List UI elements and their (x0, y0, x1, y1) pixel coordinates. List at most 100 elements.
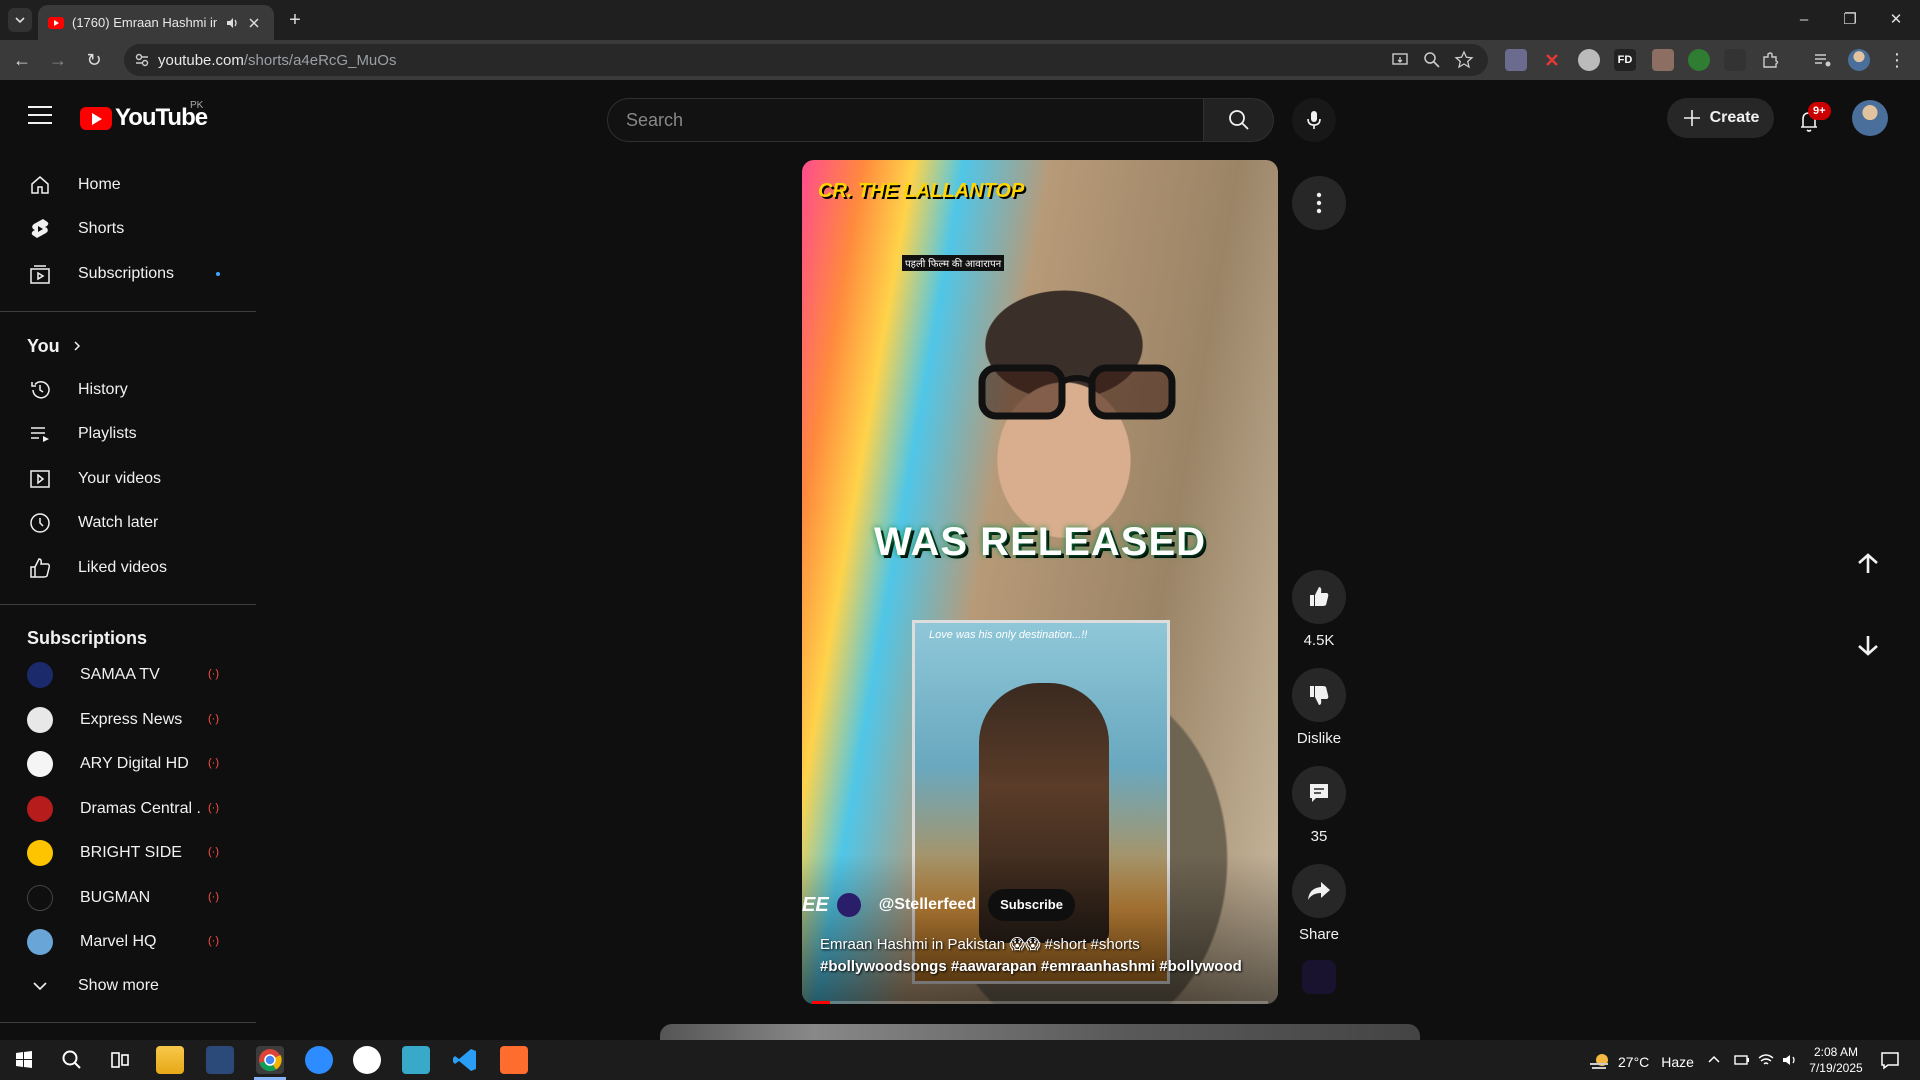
system-clock[interactable]: 2:08 AM 7/19/2025 (1808, 1044, 1864, 1076)
extension-fd-icon[interactable]: FD (1614, 49, 1636, 71)
taskbar-search-icon[interactable] (58, 1046, 86, 1074)
player-gradient-overlay (802, 854, 1278, 1004)
new-tab-button[interactable]: + (284, 9, 306, 31)
search-box[interactable] (607, 98, 1204, 142)
sidebar-item-playlists[interactable]: Playlists (12, 414, 242, 454)
chrome-taskbar-icon[interactable] (256, 1046, 284, 1074)
sidebar-channel-express-news[interactable]: Express News (·) (12, 700, 242, 740)
extension-globe-icon[interactable] (1578, 49, 1600, 71)
forward-button[interactable]: → (46, 48, 70, 72)
site-info-icon[interactable] (132, 50, 152, 70)
postman-icon[interactable] (500, 1046, 528, 1074)
short-video-player[interactable]: CR. THE LALLANTOP पहली फिल्म की आवारापन … (802, 160, 1278, 1004)
task-view-icon[interactable] (106, 1046, 134, 1074)
browser-tab-active[interactable]: (1760) Emraan Hashmi in Pakistan (38, 5, 274, 40)
profile-avatar-icon[interactable] (1848, 49, 1870, 71)
like-action: 4.5K (1292, 570, 1346, 649)
channel-name: BUGMAN (80, 889, 151, 906)
more-options-button[interactable] (1292, 176, 1346, 230)
sidebar-item-label: Shorts (78, 220, 125, 237)
plus-icon (1683, 110, 1700, 126)
extension-cast-icon[interactable] (1724, 49, 1746, 71)
sidebar-item-home[interactable]: Home (12, 165, 242, 205)
battery-icon[interactable] (1732, 1046, 1752, 1074)
sidebar-item-watch-later[interactable]: Watch later (12, 503, 242, 543)
sidebar-channel-bugman[interactable]: BUGMAN (·) (12, 878, 242, 918)
sidebar-show-more[interactable]: Show more (12, 966, 242, 1006)
comments-button[interactable] (1292, 766, 1346, 820)
wifi-icon[interactable] (1756, 1046, 1776, 1074)
vscode-icon[interactable] (451, 1046, 479, 1074)
tab-search-button[interactable] (8, 8, 32, 32)
microsoft-store-icon[interactable] (206, 1046, 234, 1074)
video-title[interactable]: Emraan Hashmi in Pakistan 😱😱 #short #sho… (820, 934, 1260, 978)
app-gem-icon[interactable] (402, 1046, 430, 1074)
zoom-app-icon[interactable] (305, 1046, 333, 1074)
close-tab-icon[interactable] (247, 16, 261, 30)
sidebar-item-your-videos[interactable]: Your videos (12, 459, 242, 499)
sidebar-item-subscriptions[interactable]: Subscriptions (12, 254, 242, 294)
extension-green-icon[interactable] (1688, 49, 1710, 71)
minimize-button[interactable]: – (1792, 8, 1816, 32)
thumbs-up-icon (1310, 587, 1329, 606)
search-input[interactable] (608, 99, 1203, 141)
channel-avatar[interactable] (836, 893, 861, 917)
notification-center-icon[interactable] (1876, 1046, 1904, 1074)
tray-chevron-up-icon[interactable] (1704, 1046, 1724, 1074)
dislike-button[interactable] (1292, 668, 1346, 722)
subscribe-button[interactable]: Subscribe (988, 889, 1075, 921)
sidebar-channel-marvel-hq[interactable]: Marvel HQ (·) (12, 922, 242, 962)
you-section-header[interactable]: You (12, 326, 242, 366)
channel-avatar (27, 662, 53, 688)
channel-avatar (27, 840, 53, 866)
search-button[interactable] (1204, 98, 1274, 142)
channel-name-link[interactable]: @Stellerfeed (879, 896, 976, 914)
extension-badge-icon[interactable] (1652, 49, 1674, 71)
voice-search-button[interactable] (1292, 98, 1336, 142)
sidebar-channel-samaa-tv[interactable]: SAMAA TV (·) (12, 655, 242, 695)
you-heading: You (27, 335, 60, 356)
extension-x-icon[interactable] (1541, 49, 1563, 71)
sidebar-channel-bright-side[interactable]: BRIGHT SIDE (·) (12, 833, 242, 873)
sidebar-channel-dramas-central[interactable]: Dramas Central ... (·) (12, 789, 242, 829)
like-button[interactable] (1292, 570, 1346, 624)
live-indicator-icon: (·) (208, 891, 219, 903)
url-path: /shorts/a4eRcG_MuOs (243, 52, 397, 69)
restore-button[interactable]: ❐ (1838, 8, 1862, 32)
next-short-preview[interactable] (660, 1024, 1420, 1040)
sidebar-item-history[interactable]: History (12, 370, 242, 410)
compass-app-icon[interactable] (353, 1046, 381, 1074)
weather-widget[interactable]: 27°C Haze (1588, 1052, 1694, 1072)
video-progress-bar[interactable] (812, 1001, 1268, 1004)
extensions-puzzle-icon[interactable] (1760, 49, 1782, 71)
youtube-logo[interactable]: YouTube PK (80, 100, 208, 132)
menu-hamburger-icon[interactable] (28, 106, 52, 126)
browser-menu-icon[interactable]: ⋮ (1886, 49, 1908, 71)
share-button[interactable] (1292, 864, 1346, 918)
zoom-icon[interactable] (1422, 50, 1442, 70)
poster-tagline: Love was his only destination...!! (929, 629, 1088, 641)
volume-icon[interactable] (1780, 1046, 1800, 1074)
live-indicator-icon: (·) (208, 713, 219, 725)
media-control-icon[interactable] (1812, 49, 1834, 71)
next-short-button[interactable] (1840, 617, 1896, 673)
back-button[interactable]: ← (10, 48, 34, 72)
reload-button[interactable]: ↻ (82, 48, 106, 72)
audio-playing-icon[interactable] (225, 16, 239, 30)
install-app-icon[interactable] (1390, 50, 1410, 70)
chevron-down-icon (33, 982, 47, 991)
close-window-button[interactable]: ✕ (1884, 8, 1908, 32)
file-explorer-icon[interactable] (156, 1046, 184, 1074)
channel-thumbnail-icon[interactable] (1302, 960, 1336, 994)
address-bar[interactable]: youtube.com/shorts/a4eRcG_MuOs (124, 44, 1488, 76)
account-avatar[interactable] (1852, 100, 1888, 136)
sidebar-item-shorts[interactable]: Shorts (12, 209, 242, 249)
sidebar-item-liked-videos[interactable]: Liked videos (12, 548, 242, 588)
page-scrollbar[interactable] (1910, 160, 1918, 1020)
previous-short-button[interactable] (1840, 536, 1896, 592)
bookmark-star-icon[interactable] (1454, 50, 1474, 70)
extension-glasses-icon[interactable] (1505, 49, 1527, 71)
sidebar-channel-ary-digital-hd[interactable]: ARY Digital HD (·) (12, 744, 242, 784)
create-button[interactable]: Create (1667, 98, 1774, 138)
windows-start-icon[interactable] (10, 1046, 38, 1074)
